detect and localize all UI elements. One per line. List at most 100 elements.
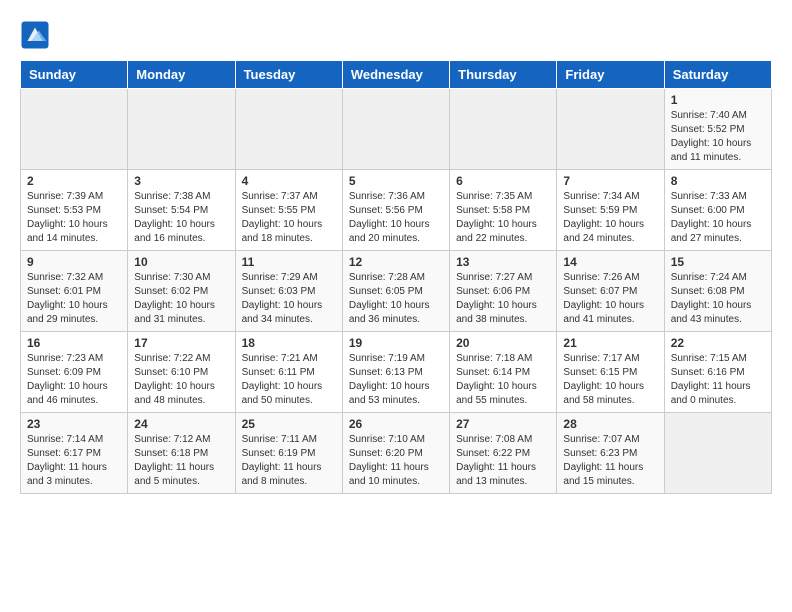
day-info: Sunrise: 7:12 AM Sunset: 6:18 PM Dayligh…: [134, 433, 228, 489]
calendar-cell: 13 Sunrise: 7:27 AM Sunset: 6:06 PM Dayli…: [450, 251, 557, 332]
calendar-cell: 5 Sunrise: 7:36 AM Sunset: 5:56 PM Daylig…: [342, 170, 449, 251]
calendar-cell: [128, 89, 235, 170]
calendar-cell: [450, 89, 557, 170]
calendar-cell: 1 Sunrise: 7:40 AM Sunset: 5:52 PM Daylig…: [664, 89, 771, 170]
day-number: 20: [456, 336, 550, 350]
calendar-cell: 17Sunrise: 7:22 AM Sunset: 6:10 PM Dayli…: [128, 332, 235, 413]
day-header-tuesday: Tuesday: [235, 61, 342, 89]
day-info: Sunrise: 7:27 AM Sunset: 6:06 PM Dayligh…: [456, 271, 550, 327]
day-info: Sunrise: 7:22 AM Sunset: 6:10 PM Dayligh…: [134, 352, 228, 408]
day-info: Sunrise: 7:21 AM Sunset: 6:11 PM Dayligh…: [242, 352, 336, 408]
calendar-cell: 14 Sunrise: 7:26 AM Sunset: 6:07 PM Dayli…: [557, 251, 664, 332]
day-info: Sunrise: 7:26 AM Sunset: 6:07 PM Dayligh…: [563, 271, 657, 327]
day-number: 24: [134, 417, 228, 431]
calendar-cell: 21 Sunrise: 7:17 AM Sunset: 6:15 PM Dayli…: [557, 332, 664, 413]
day-number: 22: [671, 336, 765, 350]
day-info: Sunrise: 7:40 AM Sunset: 5:52 PM Dayligh…: [671, 109, 765, 165]
logo-icon: [20, 20, 50, 50]
calendar-cell: 15 Sunrise: 7:24 AM Sunset: 6:08 PM Dayli…: [664, 251, 771, 332]
day-number: 14: [563, 255, 657, 269]
day-info: Sunrise: 7:10 AM Sunset: 6:20 PM Dayligh…: [349, 433, 443, 489]
calendar-cell: 19 Sunrise: 7:19 AM Sunset: 6:13 PM Dayli…: [342, 332, 449, 413]
day-info: Sunrise: 7:29 AM Sunset: 6:03 PM Dayligh…: [242, 271, 336, 327]
calendar-cell: 24 Sunrise: 7:12 AM Sunset: 6:18 PM Dayli…: [128, 413, 235, 494]
day-number: 16: [27, 336, 121, 350]
day-info: Sunrise: 7:24 AM Sunset: 6:08 PM Dayligh…: [671, 271, 765, 327]
day-number: 7: [563, 174, 657, 188]
day-header-sunday: Sunday: [21, 61, 128, 89]
day-number: 26: [349, 417, 443, 431]
day-info: Sunrise: 7:39 AM Sunset: 5:53 PM Dayligh…: [27, 190, 121, 246]
week-row: 23 Sunrise: 7:14 AM Sunset: 6:17 PM Dayli…: [21, 413, 772, 494]
calendar-cell: 28Sunrise: 7:07 AM Sunset: 6:23 PM Dayli…: [557, 413, 664, 494]
day-number: 5: [349, 174, 443, 188]
logo: [20, 20, 54, 50]
day-info: Sunrise: 7:14 AM Sunset: 6:17 PM Dayligh…: [27, 433, 121, 489]
day-header-monday: Monday: [128, 61, 235, 89]
day-info: Sunrise: 7:37 AM Sunset: 5:55 PM Dayligh…: [242, 190, 336, 246]
day-number: 12: [349, 255, 443, 269]
day-number: 23: [27, 417, 121, 431]
day-number: 6: [456, 174, 550, 188]
day-number: 4: [242, 174, 336, 188]
day-info: Sunrise: 7:17 AM Sunset: 6:15 PM Dayligh…: [563, 352, 657, 408]
week-row: 16 Sunrise: 7:23 AM Sunset: 6:09 PM Dayli…: [21, 332, 772, 413]
week-row: 9 Sunrise: 7:32 AM Sunset: 6:01 PM Daylig…: [21, 251, 772, 332]
day-info: Sunrise: 7:33 AM Sunset: 6:00 PM Dayligh…: [671, 190, 765, 246]
header: [20, 20, 772, 50]
day-info: Sunrise: 7:11 AM Sunset: 6:19 PM Dayligh…: [242, 433, 336, 489]
day-number: 15: [671, 255, 765, 269]
calendar-cell: 12 Sunrise: 7:28 AM Sunset: 6:05 PM Dayli…: [342, 251, 449, 332]
day-header-wednesday: Wednesday: [342, 61, 449, 89]
calendar-cell: 7 Sunrise: 7:34 AM Sunset: 5:59 PM Daylig…: [557, 170, 664, 251]
day-number: 1: [671, 93, 765, 107]
calendar-cell: 2 Sunrise: 7:39 AM Sunset: 5:53 PM Daylig…: [21, 170, 128, 251]
calendar-cell: [557, 89, 664, 170]
day-number: 19: [349, 336, 443, 350]
calendar-cell: 16 Sunrise: 7:23 AM Sunset: 6:09 PM Dayli…: [21, 332, 128, 413]
header-row: SundayMondayTuesdayWednesdayThursdayFrid…: [21, 61, 772, 89]
day-info: Sunrise: 7:34 AM Sunset: 5:59 PM Dayligh…: [563, 190, 657, 246]
day-number: 9: [27, 255, 121, 269]
day-info: Sunrise: 7:35 AM Sunset: 5:58 PM Dayligh…: [456, 190, 550, 246]
calendar-cell: 3 Sunrise: 7:38 AM Sunset: 5:54 PM Daylig…: [128, 170, 235, 251]
day-info: Sunrise: 7:36 AM Sunset: 5:56 PM Dayligh…: [349, 190, 443, 246]
calendar-cell: 27 Sunrise: 7:08 AM Sunset: 6:22 PM Dayli…: [450, 413, 557, 494]
calendar-cell: 25 Sunrise: 7:11 AM Sunset: 6:19 PM Dayli…: [235, 413, 342, 494]
day-number: 13: [456, 255, 550, 269]
day-header-thursday: Thursday: [450, 61, 557, 89]
day-header-saturday: Saturday: [664, 61, 771, 89]
calendar-cell: [21, 89, 128, 170]
calendar-cell: [664, 413, 771, 494]
day-info: Sunrise: 7:07 AM Sunset: 6:23 PM Dayligh…: [563, 433, 657, 489]
day-info: Sunrise: 7:23 AM Sunset: 6:09 PM Dayligh…: [27, 352, 121, 408]
calendar-cell: 8 Sunrise: 7:33 AM Sunset: 6:00 PM Daylig…: [664, 170, 771, 251]
day-number: 8: [671, 174, 765, 188]
calendar-cell: 26 Sunrise: 7:10 AM Sunset: 6:20 PM Dayli…: [342, 413, 449, 494]
day-info: Sunrise: 7:18 AM Sunset: 6:14 PM Dayligh…: [456, 352, 550, 408]
day-info: Sunrise: 7:08 AM Sunset: 6:22 PM Dayligh…: [456, 433, 550, 489]
day-number: 25: [242, 417, 336, 431]
day-number: 10: [134, 255, 228, 269]
day-info: Sunrise: 7:28 AM Sunset: 6:05 PM Dayligh…: [349, 271, 443, 327]
day-number: 18: [242, 336, 336, 350]
day-info: Sunrise: 7:38 AM Sunset: 5:54 PM Dayligh…: [134, 190, 228, 246]
calendar-cell: 6 Sunrise: 7:35 AM Sunset: 5:58 PM Daylig…: [450, 170, 557, 251]
day-header-friday: Friday: [557, 61, 664, 89]
week-row: 1 Sunrise: 7:40 AM Sunset: 5:52 PM Daylig…: [21, 89, 772, 170]
calendar: SundayMondayTuesdayWednesdayThursdayFrid…: [20, 60, 772, 494]
calendar-cell: 4 Sunrise: 7:37 AM Sunset: 5:55 PM Daylig…: [235, 170, 342, 251]
day-number: 27: [456, 417, 550, 431]
calendar-cell: 23 Sunrise: 7:14 AM Sunset: 6:17 PM Dayli…: [21, 413, 128, 494]
calendar-cell: 20 Sunrise: 7:18 AM Sunset: 6:14 PM Dayli…: [450, 332, 557, 413]
day-number: 21: [563, 336, 657, 350]
calendar-cell: [235, 89, 342, 170]
day-number: 2: [27, 174, 121, 188]
calendar-cell: 9 Sunrise: 7:32 AM Sunset: 6:01 PM Daylig…: [21, 251, 128, 332]
calendar-cell: 18 Sunrise: 7:21 AM Sunset: 6:11 PM Dayli…: [235, 332, 342, 413]
day-info: Sunrise: 7:19 AM Sunset: 6:13 PM Dayligh…: [349, 352, 443, 408]
day-number: 3: [134, 174, 228, 188]
day-number: 11: [242, 255, 336, 269]
calendar-cell: 22Sunrise: 7:15 AM Sunset: 6:16 PM Dayli…: [664, 332, 771, 413]
day-info: Sunrise: 7:32 AM Sunset: 6:01 PM Dayligh…: [27, 271, 121, 327]
